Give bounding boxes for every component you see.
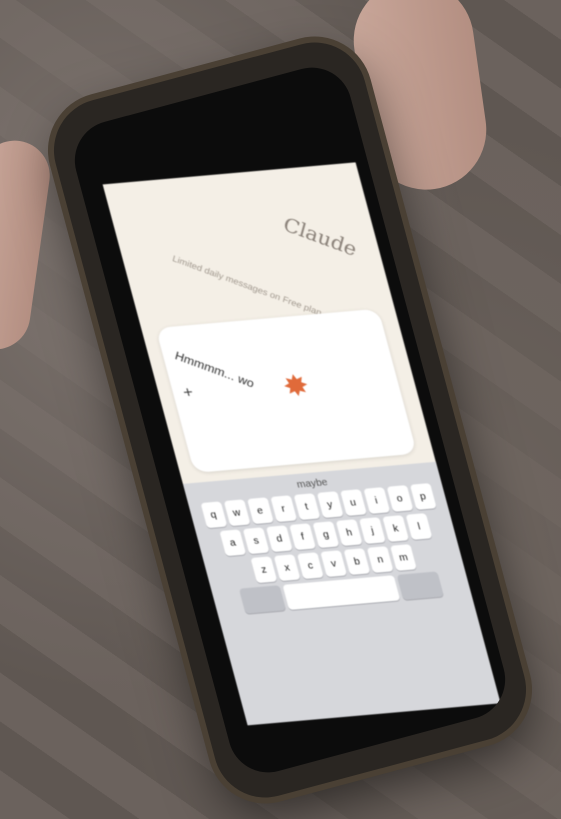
numbers-key[interactable] <box>238 585 287 614</box>
key[interactable]: e <box>246 497 274 525</box>
plus-icon[interactable]: + <box>181 384 195 402</box>
claude-app: Claude Limited daily messages on Free pl… <box>102 162 501 726</box>
key[interactable]: h <box>335 519 363 547</box>
key[interactable]: a <box>219 529 247 557</box>
key[interactable]: o <box>386 485 414 512</box>
key[interactable]: p <box>409 483 437 510</box>
app-title: Claude <box>280 212 360 261</box>
return-key[interactable] <box>396 571 444 601</box>
key[interactable]: x <box>273 554 301 582</box>
key[interactable]: l <box>405 513 433 540</box>
key[interactable]: i <box>362 487 390 515</box>
key[interactable]: z <box>250 556 278 584</box>
key[interactable]: k <box>382 515 410 542</box>
message-input-card[interactable]: Hmmmm... wo + ✸ <box>155 308 418 474</box>
key[interactable]: c <box>296 552 324 580</box>
key[interactable]: r <box>269 495 297 523</box>
key[interactable]: t <box>293 493 320 521</box>
keyboard[interactable]: maybe q w e r t y u i o p a s d f g h j … <box>182 461 501 726</box>
key[interactable]: u <box>339 489 367 517</box>
claude-spark-icon: ✸ <box>279 369 314 404</box>
key[interactable]: f <box>289 523 317 551</box>
key[interactable]: m <box>389 544 417 571</box>
key[interactable]: q <box>199 501 227 529</box>
key[interactable]: v <box>320 550 348 578</box>
finger-left <box>0 136 55 354</box>
key[interactable]: n <box>366 546 394 574</box>
key[interactable]: g <box>312 521 340 549</box>
key[interactable]: s <box>242 527 270 555</box>
key[interactable]: y <box>316 491 344 519</box>
key[interactable]: w <box>223 499 251 527</box>
space-key[interactable] <box>282 575 401 611</box>
key[interactable]: d <box>265 525 293 553</box>
limit-note: Limited daily messages on Free plan <box>171 253 323 318</box>
key[interactable]: j <box>358 517 386 545</box>
key[interactable]: b <box>343 548 371 576</box>
